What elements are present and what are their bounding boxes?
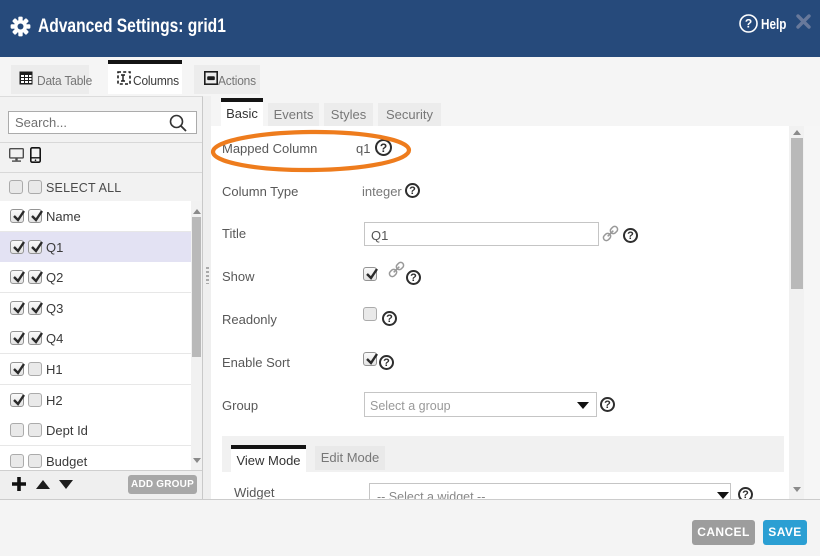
svg-text:?: ? [745, 17, 752, 31]
